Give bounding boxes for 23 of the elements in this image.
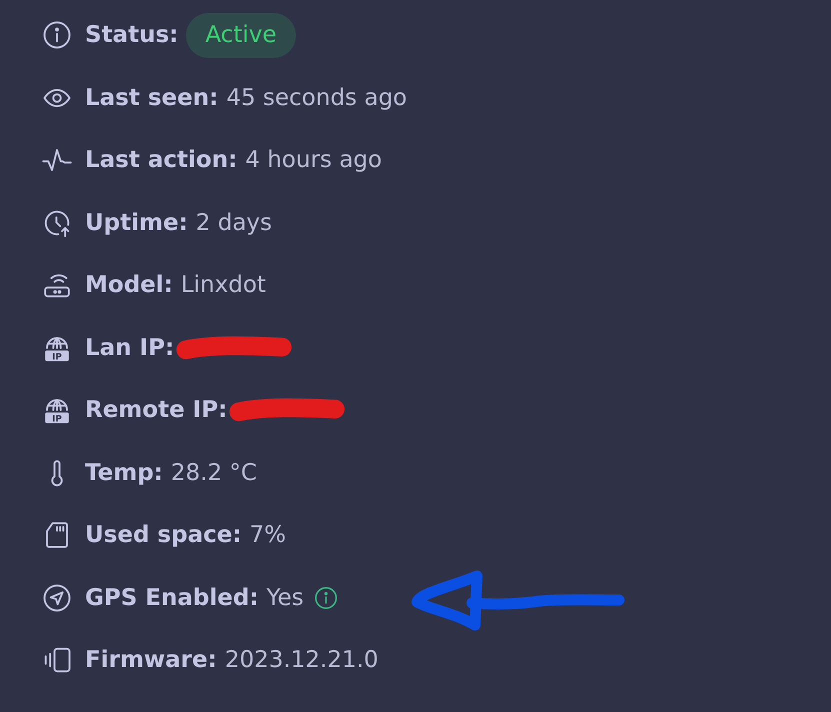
field-label: Last seen:	[85, 84, 218, 111]
field-label: Model:	[85, 272, 173, 298]
field-value: 2 days	[196, 210, 272, 236]
field-value: 7%	[250, 522, 286, 548]
field-value: 45 seconds ago	[226, 84, 407, 111]
field-value: 2023.12.21.0	[224, 647, 378, 674]
field-label: Remote IP:	[85, 397, 228, 424]
field-label: Firmware:	[85, 647, 217, 674]
field-label: Last action:	[85, 147, 238, 174]
field-label: GPS Enabled:	[85, 584, 259, 611]
navigation-icon	[42, 582, 72, 613]
info-icon[interactable]	[314, 586, 338, 610]
field-value: 4 hours ago	[245, 147, 382, 174]
field-value: 28.2 °C	[170, 460, 257, 486]
field-label: Status:	[85, 22, 178, 48]
status-badge: Active	[186, 12, 296, 58]
field-label: Uptime:	[85, 210, 188, 236]
field-value: Linxdot	[180, 272, 266, 298]
field-value: Yes	[266, 584, 304, 611]
field-label: Lan IP:	[85, 334, 174, 361]
info-icon	[42, 20, 72, 50]
field-label: Temp:	[85, 460, 163, 486]
field-label: Used space:	[85, 522, 242, 548]
